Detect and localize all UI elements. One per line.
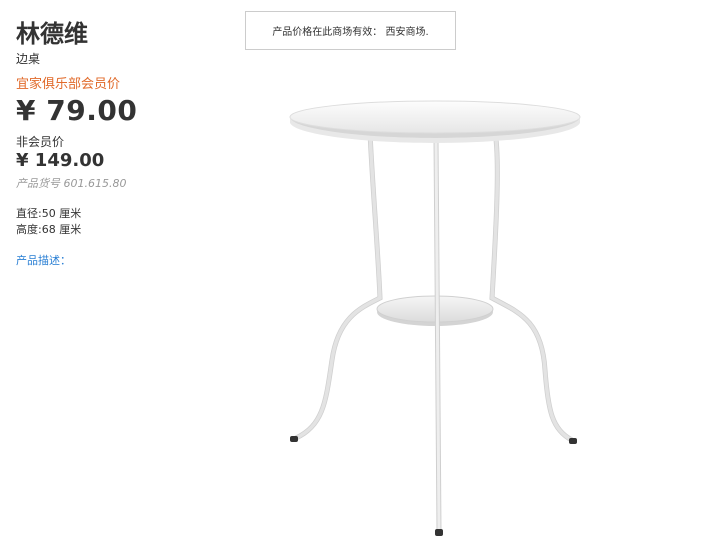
nonmember-price-label: 非会员价 (16, 135, 65, 149)
product-specs: 直径:50 厘米 高度:68 厘米 (16, 206, 216, 238)
article-number: 产品货号 601.615.80 (16, 177, 127, 190)
white-side-table-image (289, 100, 581, 536)
member-price-label: 宜家俱乐部会员价 (16, 77, 121, 92)
product-name: 林德维 (16, 20, 88, 48)
store-price-notice: 产品价格在此商场有效： 西安商场. (245, 11, 456, 50)
product-info-panel: 林德维 边桌 宜家俱乐部会员价 ¥ 79.00 非会员价 ¥ 149.00 产品… (16, 18, 216, 269)
store-price-notice-text: 产品价格在此商场有效： 西安商场. (272, 27, 429, 38)
nonmember-price: ¥ 149.00 (16, 150, 105, 171)
member-price: ¥ 79.00 (16, 94, 138, 127)
spec-diameter: 直径:50 厘米 (16, 207, 82, 220)
product-type: 边桌 (16, 52, 41, 66)
product-description-link[interactable]: 产品描述： (16, 253, 216, 269)
spec-height: 高度:68 厘米 (16, 223, 82, 236)
